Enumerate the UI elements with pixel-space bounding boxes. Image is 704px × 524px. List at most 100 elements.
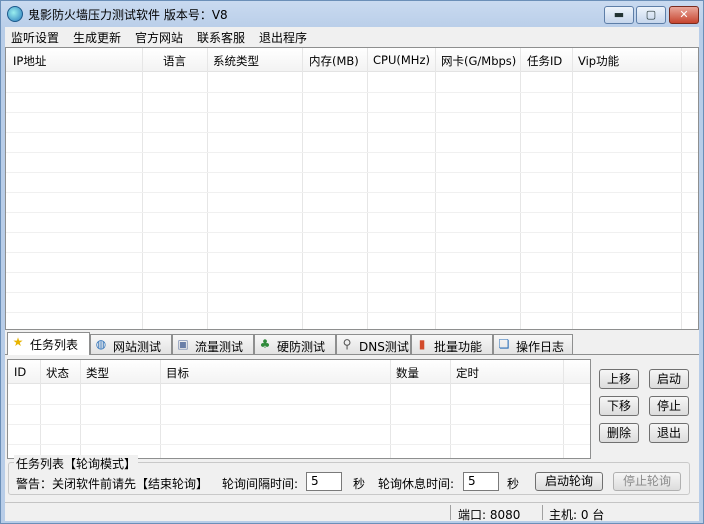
col-schedule[interactable]: 定时 [456,365,479,381]
col-divider [302,48,303,329]
tab-traffic-test[interactable]: ▣ 流量测试 [172,334,254,354]
hosts-table[interactable]: IP地址 语言 系统类型 内存(MB) CPU(MHz) 网卡(G/Mbps) … [5,47,699,330]
row-line [6,212,698,213]
star-icon: ★ [12,335,24,349]
tab-batch-functions[interactable]: ▮ 批量功能 [411,334,493,354]
tab-dns-test[interactable]: ⚲ DNS测试 [336,334,411,354]
poll-rest-unit: 秒 [507,477,520,491]
tab-website-test-label: 网站测试 [113,340,162,354]
task-table[interactable]: ID 状态 类型 目标 数量 定时 [7,359,591,459]
move-down-button[interactable]: 下移 [599,396,639,416]
row-line [8,444,590,445]
poll-interval-label: 轮询间隔时间: [222,477,299,491]
tab-batch-functions-label: 批量功能 [434,340,483,354]
tab-website-test[interactable]: ◍ 网站测试 [90,334,172,354]
poll-mode-group: 任务列表【轮询模式】 警告：关闭软件前请先【结束轮询】 轮询间隔时间: 5 秒 … [8,455,690,495]
chat-icon: ❏ [498,337,510,351]
tab-panel-task-list: ID 状态 类型 目标 数量 定时 上移 启动 下移 停止 删除 退出 任务列表… [5,354,699,521]
magnifier-icon: ⚲ [342,337,352,351]
col-id[interactable]: ID [14,365,26,379]
row-line [8,404,590,405]
row-line [6,272,698,273]
main-window: 鬼影防火墙压力测试软件 版本号：V8 ▬ ▢ ✕ 监听设置 生成更新 官方网站 … [0,0,704,524]
col-vip[interactable]: Vip功能 [578,53,619,69]
poll-interval-input[interactable]: 5 [306,472,342,491]
col-target[interactable]: 目标 [166,365,189,381]
start-button[interactable]: 启动 [649,369,689,389]
maximize-button[interactable]: ▢ [636,6,666,24]
col-divider [367,48,368,329]
col-status[interactable]: 状态 [46,365,69,381]
col-divider [520,48,521,329]
row-line [6,292,698,293]
exit-button[interactable]: 退出 [649,423,689,443]
poll-warning: 警告：关闭软件前请先【结束轮询】 [16,477,209,491]
row-line [6,92,698,93]
network-icon: ♣ [259,337,271,351]
col-type[interactable]: 类型 [86,365,109,381]
delete-button[interactable]: 删除 [599,423,639,443]
col-ip-address[interactable]: IP地址 [13,53,46,69]
row-line [6,152,698,153]
bar-chart-icon: ▮ [418,337,426,351]
poll-rest-input[interactable]: 5 [463,472,499,491]
menu-listen-settings[interactable]: 监听设置 [11,29,59,46]
window-title: 鬼影防火墙压力测试软件 版本号：V8 [28,8,228,22]
menu-exit-program[interactable]: 退出程序 [259,29,307,46]
hosts-table-header: IP地址 语言 系统类型 内存(MB) CPU(MHz) 网卡(G/Mbps) … [6,48,698,72]
status-separator [542,505,543,520]
globe-icon: ◍ [95,337,107,351]
status-port: 端口: 8080 [458,508,521,522]
tab-hardware-defense-test-label: 硬防测试 [277,340,326,354]
tab-dns-test-label: DNS测试 [359,340,409,354]
tab-traffic-test-label: 流量测试 [195,340,244,354]
menu-bar: 监听设置 生成更新 官方网站 联系客服 退出程序 [5,27,699,46]
stop-button[interactable]: 停止 [649,396,689,416]
task-table-header: ID 状态 类型 目标 数量 定时 [8,360,590,384]
menu-contact-support[interactable]: 联系客服 [197,29,245,46]
poll-rest-label: 轮询休息时间: [378,477,455,491]
row-line [6,232,698,233]
col-divider [572,48,573,329]
client-area: 监听设置 生成更新 官方网站 联系客服 退出程序 IP地址 语言 系统类型 内存… [5,27,699,522]
close-button[interactable]: ✕ [669,6,699,24]
col-count[interactable]: 数量 [396,365,419,381]
minimize-button[interactable]: ▬ [604,6,634,24]
poll-mode-title: 任务列表【轮询模式】 [14,455,139,472]
start-poll-button[interactable]: 启动轮询 [535,472,603,491]
col-divider [435,48,436,329]
menu-generate-update[interactable]: 生成更新 [73,29,121,46]
tab-task-list-label: 任务列表 [30,338,79,352]
app-icon [7,6,23,22]
col-language[interactable]: 语言 [163,53,186,69]
title-bar[interactable]: 鬼影防火墙压力测试软件 版本号：V8 ▬ ▢ ✕ [1,1,703,27]
col-divider [207,48,208,329]
tab-operation-log-label: 操作日志 [516,340,565,354]
col-divider [142,48,143,329]
poll-interval-unit: 秒 [353,477,366,491]
tab-task-list[interactable]: ★ 任务列表 [7,332,90,355]
col-memory[interactable]: 内存(MB) [309,53,359,69]
cube-icon: ▣ [177,337,189,351]
menu-official-site[interactable]: 官方网站 [135,29,183,46]
stop-poll-button[interactable]: 停止轮询 [613,472,681,491]
tab-hardware-defense-test[interactable]: ♣ 硬防测试 [254,334,336,354]
tab-strip: ★ 任务列表 ◍ 网站测试 ▣ 流量测试 ♣ 硬防测试 ⚲ DNS测试 ▮ 批量… [5,332,699,355]
col-cpu[interactable]: CPU(MHz) [373,53,430,67]
col-divider [681,48,682,329]
move-up-button[interactable]: 上移 [599,369,639,389]
status-bar: 端口: 8080 主机: 0 台 [5,502,699,522]
row-line [6,312,698,313]
col-task-id[interactable]: 任务ID [527,53,562,69]
col-system-type[interactable]: 系统类型 [213,53,259,69]
status-separator [450,505,451,520]
row-line [6,252,698,253]
row-line [6,112,698,113]
row-line [6,192,698,193]
status-hosts: 主机: 0 台 [549,508,605,522]
col-nic[interactable]: 网卡(G/Mbps) [441,53,516,69]
row-line [6,172,698,173]
tab-operation-log[interactable]: ❏ 操作日志 [493,334,573,354]
row-line [8,424,590,425]
row-line [6,132,698,133]
